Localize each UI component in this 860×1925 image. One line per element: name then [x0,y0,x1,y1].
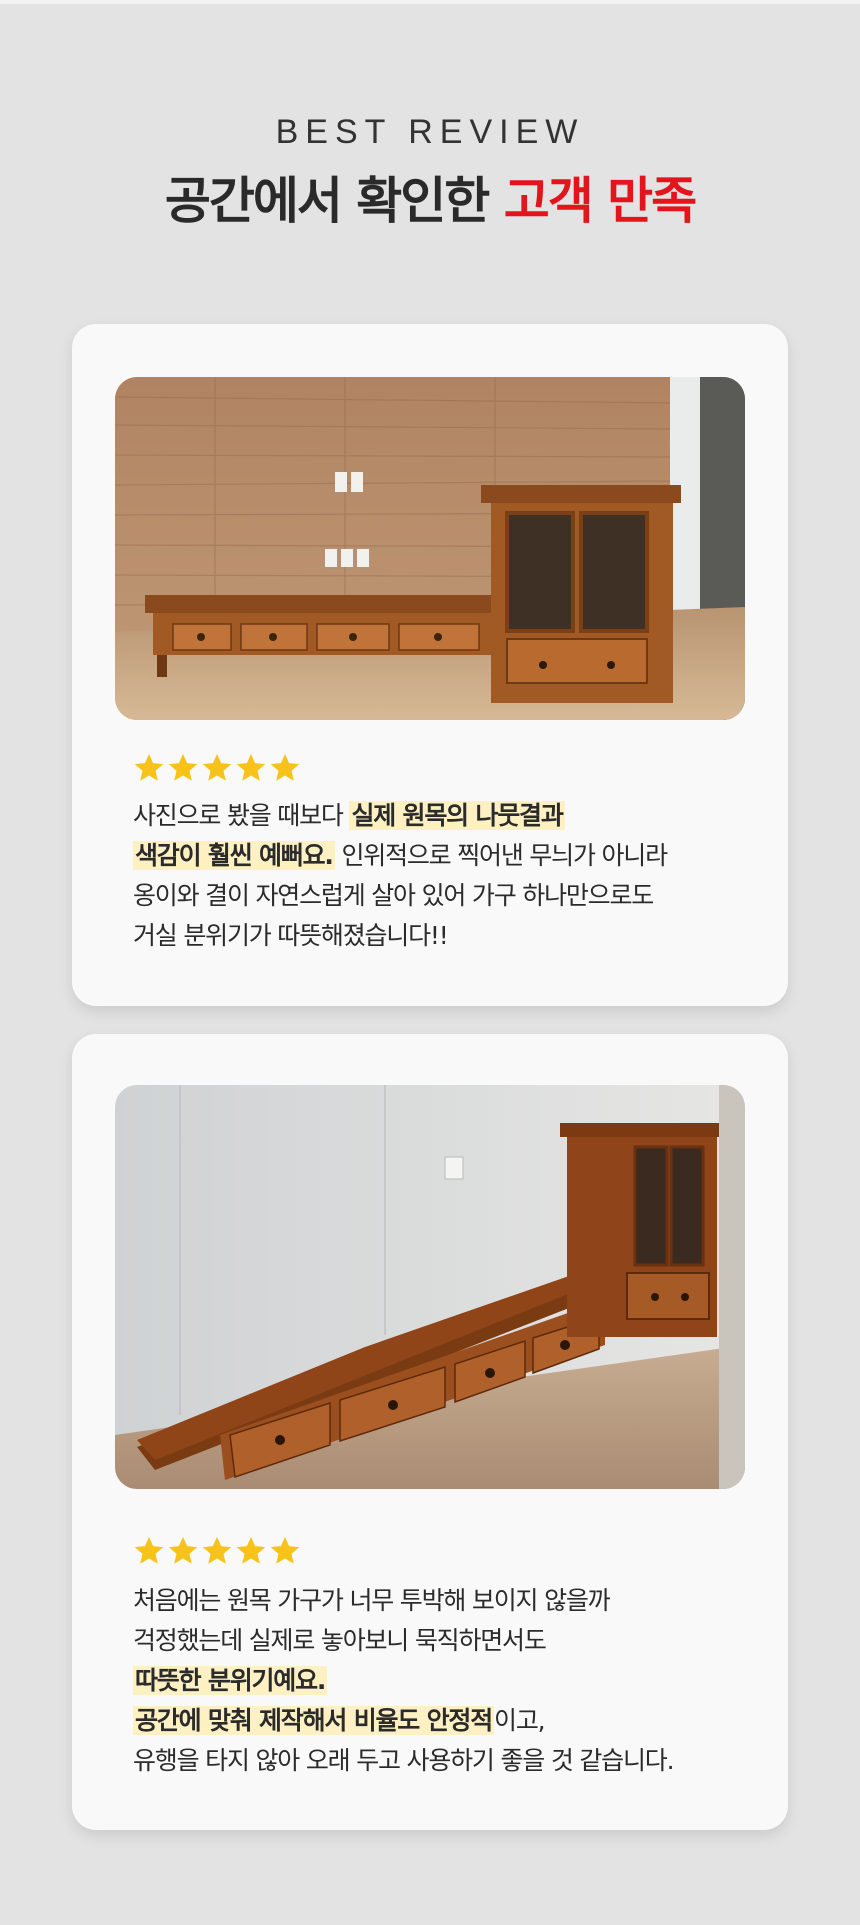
review-line: 걱정했는데 실제로 놓아보니 묵직하면서도 [133,1626,547,1655]
section-header: BEST REVIEW 공간에서 확인한 고객 만족 [0,112,860,232]
star-icon [270,1536,300,1564]
review-line: 사진으로 봤을 때보다 실제 원목의 나뭇결과 [133,801,565,830]
review-text: 사진으로 봤을 때보다 실제 원목의 나뭇결과 색감이 훨씬 예뻐요. 인위적으… [133,796,763,956]
highlighted-phrase: 따뜻한 분위기예요. [133,1666,328,1695]
review-line: 유행을 타지 않아 오래 두고 사용하기 좋을 것 같습니다. [133,1746,675,1775]
star-icon [134,1536,164,1564]
review-line: 처음에는 원목 가구가 너무 투박해 보이지 않을까 [133,1586,611,1615]
highlighted-phrase: 실제 원목의 나뭇결과 [349,801,565,830]
review-line: 따뜻한 분위기예요. [133,1661,763,1701]
review-card: 사진으로 봤을 때보다 실제 원목의 나뭇결과 색감이 훨씬 예뻐요. 인위적으… [72,324,788,1006]
review-photo[interactable] [115,377,745,720]
review-text: 처음에는 원목 가구가 너무 투박해 보이지 않을까 걱정했는데 실제로 놓아보… [133,1581,763,1781]
title-main: 공간에서 확인한 [164,172,504,230]
review-line: 거실 분위기가 따뜻해졌습니다!! [133,921,449,950]
star-icon [168,753,198,781]
drawer-cabinet-photo-icon [115,1085,745,1489]
review-line: 옹이와 결이 자연스럽게 살아 있어 가구 하나만으로도 [133,881,654,910]
star-icon [202,1536,232,1564]
review-line: 공간에 맞춰 제작해서 비율도 안정적이고, [133,1706,546,1735]
star-icon [270,753,300,781]
star-rating [132,1534,302,1568]
top-divider [0,0,860,4]
eyebrow-label: BEST REVIEW [275,113,585,151]
tv-cabinet-photo-icon [115,377,745,720]
page-title: 공간에서 확인한 고객 만족 [0,170,860,232]
star-icon [236,1536,266,1564]
highlighted-phrase: 색감이 훨씬 예뻐요. [133,841,335,870]
review-photo[interactable] [115,1085,745,1489]
title-accent: 고객 만족 [503,172,697,230]
star-icon [236,753,266,781]
star-icon [202,753,232,781]
highlighted-phrase: 공간에 맞춰 제작해서 비율도 안정적 [133,1706,495,1735]
review-card: 처음에는 원목 가구가 너무 투박해 보이지 않을까 걱정했는데 실제로 놓아보… [72,1034,788,1830]
star-icon [168,1536,198,1564]
star-icon [134,753,164,781]
star-rating [132,751,302,785]
review-line: 색감이 훨씬 예뻐요. 인위적으로 찍어낸 무늬가 아니라 [133,841,668,870]
